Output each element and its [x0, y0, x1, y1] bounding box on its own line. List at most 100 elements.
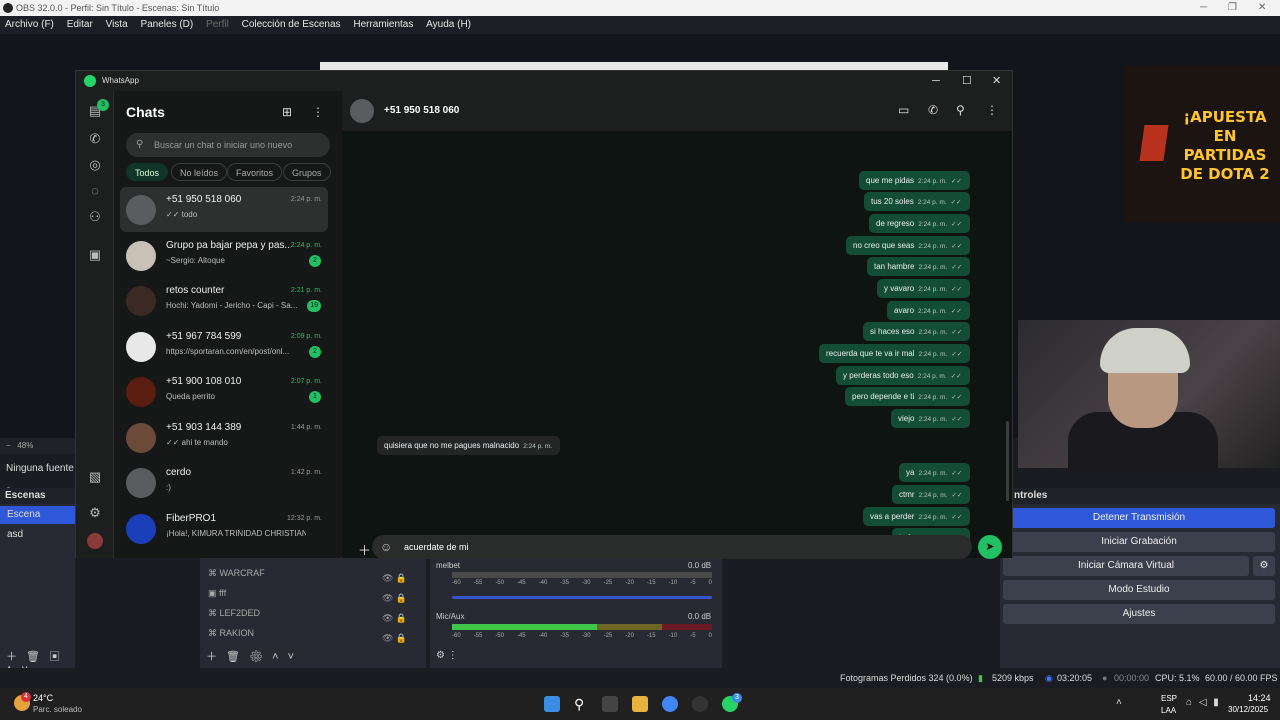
search-icon[interactable]: ⚲: [956, 103, 965, 117]
outgoing-message[interactable]: no creo que seas 2:24 p. m. ✓✓: [846, 236, 971, 255]
menu-archivo[interactable]: Archivo (F): [5, 19, 54, 30]
tray-chevron-icon[interactable]: ˄: [1116, 697, 1122, 708]
outgoing-message[interactable]: y perderas todo eso 2:24 p. m. ✓✓: [836, 366, 970, 385]
settings-button[interactable]: Ajustes: [1003, 604, 1275, 624]
emoji-icon[interactable]: ☺: [380, 535, 392, 559]
clock-date[interactable]: 30/12/2025: [1228, 705, 1268, 714]
outgoing-message[interactable]: viejo 2:24 p. m. ✓✓: [891, 409, 971, 428]
incoming-message[interactable]: quisiera que no me pagues malnacido 2:24 …: [377, 436, 561, 455]
meter-tick: -60: [452, 580, 461, 586]
filter-grupos[interactable]: Grupos: [283, 163, 331, 181]
menu-coleccion[interactable]: Colección de Escenas: [242, 19, 341, 30]
outgoing-message[interactable]: tan hambre 2:24 p. m. ✓✓: [867, 257, 971, 276]
task-view-icon[interactable]: [602, 696, 618, 712]
contact-avatar[interactable]: [350, 99, 374, 123]
scrollbar[interactable]: [1006, 421, 1009, 501]
source-item[interactable]: ▣ fff: [208, 588, 226, 599]
settings-icon[interactable]: ⚙: [87, 505, 103, 521]
filter-no-leidos[interactable]: No leídos: [171, 163, 228, 181]
chat-list-item[interactable]: Grupo pa bajar pepa y pas... 2:24 p. m. …: [120, 233, 328, 278]
restore-icon[interactable]: ❐: [1228, 0, 1237, 16]
sources-toolbar[interactable]: ＋ 🗑 ⚙ ˄ ˅: [206, 648, 294, 664]
minimize-icon[interactable]: ─: [1200, 0, 1207, 16]
new-chat-icon[interactable]: ⊞: [282, 105, 292, 119]
chat-name: cerdo: [166, 467, 192, 478]
send-button[interactable]: ➤: [978, 535, 1002, 559]
video-call-icon[interactable]: ▭: [898, 103, 909, 117]
profile-avatar[interactable]: [87, 533, 103, 549]
outgoing-message[interactable]: y vavaro 2:24 p. m. ✓✓: [877, 279, 971, 298]
file-explorer-icon[interactable]: [632, 696, 648, 712]
keyboard-layout[interactable]: LAA: [1161, 706, 1176, 715]
chat-list-item[interactable]: cerdo 1:42 p. m. :): [120, 460, 328, 505]
chat-list-item[interactable]: +51 900 108 010 2:07 p. m. Queda perrito…: [120, 369, 328, 414]
attach-icon[interactable]: ＋: [358, 540, 371, 559]
message-text: tan hambre: [874, 262, 915, 271]
volume-slider[interactable]: [452, 596, 712, 599]
status-icon[interactable]: ◎: [87, 157, 103, 173]
chat-preview: Queda perrito: [166, 392, 215, 401]
search-input[interactable]: ⚲ Buscar un chat o iniciar uno nuevo: [126, 133, 330, 157]
chat-list-item[interactable]: FiberPRO1 12:32 p. m. ¡Hola!, KIMURA TRI…: [120, 506, 328, 551]
channels-icon[interactable]: ◌: [87, 183, 103, 198]
studio-mode-button[interactable]: Modo Estudio: [1003, 580, 1275, 600]
chat-list-item[interactable]: +51 950 518 060 2:24 p. m. ✓✓ todo: [120, 187, 328, 232]
tray-icons[interactable]: ⌂ ◁ ▮: [1186, 697, 1219, 708]
outgoing-message[interactable]: que me pidas 2:24 p. m. ✓✓: [859, 171, 970, 190]
archived-icon[interactable]: ▣: [87, 247, 103, 263]
voice-call-icon[interactable]: ✆: [928, 103, 938, 117]
menu-editar[interactable]: Editar: [67, 19, 93, 30]
chrome-icon[interactable]: [662, 696, 678, 712]
start-icon[interactable]: [544, 696, 560, 712]
chat-list-item[interactable]: retos counter 2:21 p. m. Hochi: Yadomi -…: [120, 278, 328, 323]
source-item[interactable]: ⌘ RAKION: [208, 628, 254, 639]
menu-perfil[interactable]: Perfil: [206, 19, 229, 30]
outgoing-message[interactable]: vas a perder 2:24 p. m. ✓✓: [863, 507, 971, 526]
outgoing-message[interactable]: ctmr 2:24 p. m. ✓✓: [892, 485, 971, 504]
obs-icon[interactable]: [692, 696, 708, 712]
menu-ayuda[interactable]: Ayuda (H): [426, 19, 471, 30]
chat-list-item[interactable]: +51 967 784 599 2:09 p. m. https://sport…: [120, 324, 328, 369]
language[interactable]: ESP: [1161, 694, 1177, 703]
close-icon[interactable]: ✕: [992, 71, 1001, 91]
conversation-panel: +51 950 518 060 ▭ ✆ ⚲ ⋮ que me pidas 2:24…: [342, 91, 1012, 559]
media-icon[interactable]: ▧: [87, 469, 103, 485]
read-receipt-icon: ✓✓: [950, 373, 962, 380]
more-options-icon[interactable]: ⋮: [986, 103, 998, 117]
chat-list-item[interactable]: +51 903 144 389 1:44 p. m. ✓✓ ahi te man…: [120, 415, 328, 460]
scene-item[interactable]: Escena: [0, 506, 75, 524]
mixer-settings-icon[interactable]: ⚙ ⋮: [436, 650, 458, 661]
calls-icon[interactable]: ✆: [87, 131, 103, 147]
source-visibility-icons[interactable]: 👁 🔒 👁 🔒 👁 🔒 👁 🔒: [382, 568, 407, 648]
outgoing-message[interactable]: avaro 2:24 p. m. ✓✓: [887, 301, 970, 320]
filter-todos[interactable]: Todos: [126, 163, 169, 181]
maximize-icon[interactable]: ☐: [962, 71, 972, 91]
obs-window-title: OBS 32.0.0 - Perfil: Sin Título - Escena…: [16, 3, 220, 13]
clock-time[interactable]: 14:24: [1248, 693, 1271, 703]
outgoing-message[interactable]: tus 20 soles 2:24 p. m. ✓✓: [864, 192, 970, 211]
filter-favoritos[interactable]: Favoritos: [227, 163, 283, 181]
menu-icon[interactable]: ⋮: [312, 105, 324, 119]
search-icon[interactable]: ⚲: [574, 696, 590, 712]
outgoing-message[interactable]: recuerda que te va ir mal 2:24 p. m. ✓✓: [819, 344, 971, 363]
source-item[interactable]: ⌘ WARCRAF: [208, 568, 265, 579]
menu-paneles[interactable]: Paneles (D): [140, 19, 193, 30]
source-item[interactable]: ⌘ LEF2DED: [208, 608, 260, 619]
message-input[interactable]: ☺ acuerdate de mi: [372, 535, 972, 559]
start-virtual-camera-button[interactable]: Iniciar Cámara Virtual: [1003, 556, 1249, 576]
contact-name[interactable]: +51 950 518 060: [384, 105, 459, 116]
minimize-icon[interactable]: ─: [932, 71, 940, 91]
communities-icon[interactable]: ⚇: [87, 209, 103, 225]
close-icon[interactable]: ✕: [1258, 0, 1266, 16]
menu-herramientas[interactable]: Herramientas: [353, 19, 413, 30]
outgoing-message[interactable]: si haces eso 2:24 p. m. ✓✓: [863, 322, 971, 341]
outgoing-message[interactable]: pero depende e ti 2:24 p. m. ✓✓: [845, 387, 971, 406]
stop-stream-button[interactable]: Detener Transmisión: [1003, 508, 1275, 528]
meter-tick: -60: [452, 633, 461, 639]
outgoing-message[interactable]: ya 2:24 p. m. ✓✓: [899, 463, 971, 482]
outgoing-message[interactable]: de regreso 2:24 p. m. ✓✓: [869, 214, 971, 233]
start-recording-button[interactable]: Iniciar Grabación: [1003, 532, 1275, 552]
virtual-camera-settings-icon[interactable]: ⚙: [1253, 556, 1275, 576]
menu-vista[interactable]: Vista: [106, 19, 128, 30]
scene-item[interactable]: asd: [0, 526, 75, 544]
